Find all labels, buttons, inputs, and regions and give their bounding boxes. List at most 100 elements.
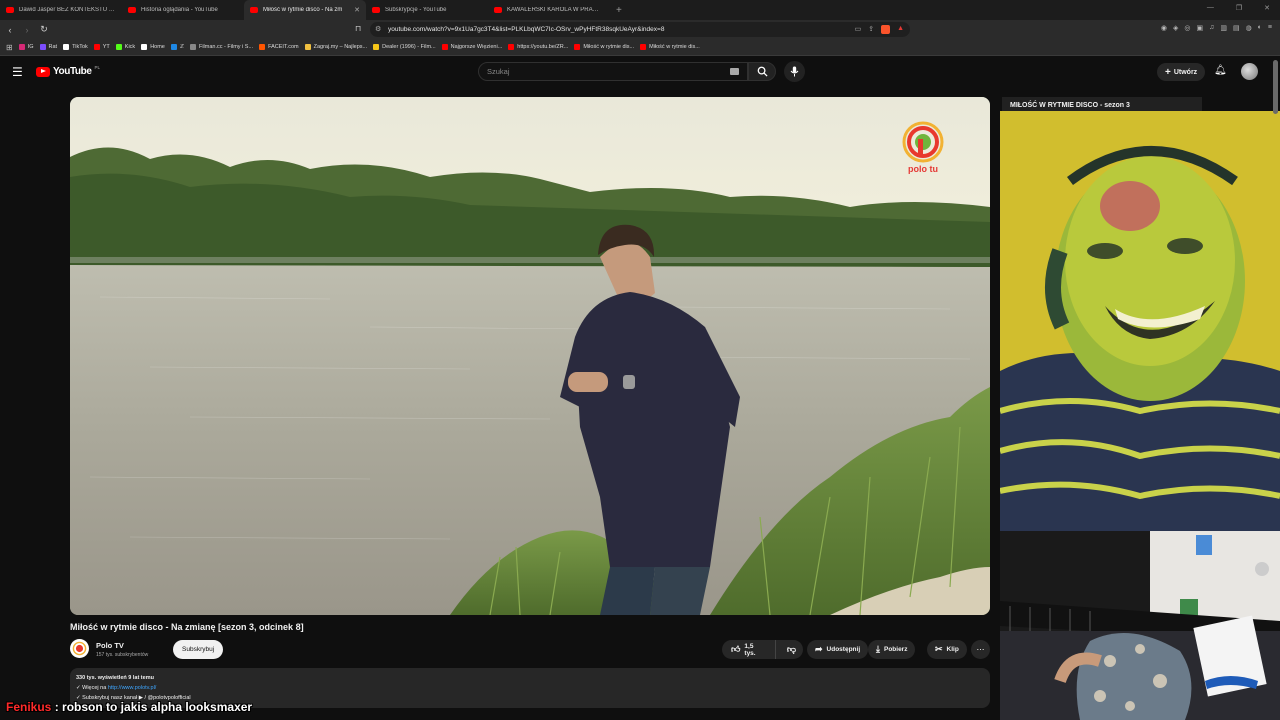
tab-close-icon[interactable]: ✕ — [354, 6, 360, 14]
browser-tab-active[interactable]: Miłość w rytmie disco - Na zm ✕ — [244, 0, 366, 20]
like-button[interactable]: 👍︎ 1,5 tys. — [722, 640, 776, 659]
account-avatar[interactable] — [1241, 63, 1258, 80]
window-controls: — ❐ ✕ — [1207, 4, 1270, 12]
page-scrollbar[interactable] — [1273, 60, 1278, 114]
voice-search-button[interactable] — [784, 61, 805, 82]
bookmark-favicon-icon — [574, 44, 581, 50]
cast-icon[interactable]: ▭ — [855, 25, 862, 34]
maximize-icon[interactable]: ❐ — [1236, 4, 1242, 12]
site-settings-icon[interactable]: ⚙ — [375, 25, 381, 33]
scissors-icon: ✂ — [935, 644, 943, 654]
address-bar[interactable]: ⚙ youtube.com/watch?v=9x1Ua7gc3T4&list=P… — [370, 22, 910, 37]
bookmark-item[interactable]: Miłość w rytmie dis... — [574, 44, 634, 50]
bookmark-label: Miłość w rytmie dis... — [583, 44, 635, 50]
channel-name[interactable]: Polo TV — [96, 641, 124, 650]
close-window-icon[interactable]: ✕ — [1264, 4, 1270, 12]
bookmark-icon[interactable]: ⊓ — [355, 24, 361, 33]
stream-chat-message: Fenikus : robson to jakis alpha looksmax… — [6, 700, 252, 714]
back-icon[interactable]: ‹ — [3, 25, 17, 35]
bookmark-item[interactable]: ℤ — [170, 44, 184, 50]
description-more-line: ✓ Więcej na http://www.polotv.pl/ — [76, 685, 157, 691]
bookmark-label: FACEIT.com — [268, 44, 299, 50]
bookmark-favicon-icon — [304, 44, 311, 50]
share-label: Udostępnij — [826, 646, 861, 653]
share-button[interactable]: ➦ Udostępnij — [807, 640, 869, 659]
reload-icon[interactable]: ↻ — [37, 24, 51, 35]
profile-icon[interactable]: ◍ — [1246, 24, 1252, 32]
keyboard-icon[interactable] — [730, 68, 739, 75]
bookmark-label: Home — [150, 44, 165, 50]
bookmark-item[interactable]: Kick — [115, 44, 135, 50]
country-code: PL — [94, 65, 101, 70]
new-tab-button[interactable]: + — [616, 5, 622, 16]
vpn-icon[interactable]: ◐ — [1258, 24, 1262, 32]
search-input[interactable]: Szukaj — [478, 62, 748, 81]
menu-icon[interactable]: ≡ — [1268, 24, 1272, 32]
media-icon[interactable]: ♫ — [1209, 24, 1214, 32]
extension-icon[interactable]: ◈ — [1173, 24, 1178, 32]
more-actions-icon[interactable]: ⋯ — [971, 640, 990, 659]
forward-icon[interactable]: › — [20, 25, 34, 35]
bookmark-item[interactable]: YT — [93, 44, 110, 50]
bookmark-item[interactable]: Filman.cc - Filmy i S... — [189, 44, 253, 50]
clip-button[interactable]: ✂ Klip — [927, 640, 967, 659]
minimize-icon[interactable]: — — [1207, 4, 1214, 12]
create-button[interactable]: + Utwórz — [1157, 63, 1206, 81]
download-button[interactable]: ⤓ Pobierz — [868, 640, 916, 659]
youtube-logo[interactable]: YouTube PL — [36, 65, 101, 77]
video-title: Miłość w rytmie disco - Na zmianę [sezon… — [70, 622, 304, 632]
polo-tv-logo-icon — [902, 121, 944, 163]
wallet-icon[interactable]: ▤ — [1233, 24, 1240, 32]
bookmark-item[interactable]: https://youtu.be/ZR... — [508, 44, 568, 50]
youtube-play-icon — [36, 66, 50, 77]
bookmark-label: ℤ — [179, 44, 184, 50]
description-link[interactable]: http://www.polotv.pl/ — [108, 685, 157, 691]
tab-title: Historia oglądania - YouTube — [141, 7, 218, 13]
bookmark-item[interactable]: TikTok — [63, 44, 88, 50]
brave-shield-icon[interactable] — [881, 25, 891, 34]
bookmark-item[interactable]: Home — [141, 44, 165, 50]
playlist-panel-header[interactable]: MIŁOŚĆ W RYTMIE DISCO - sezon 3 — [1002, 97, 1202, 111]
url-text: youtube.com/watch?v=9x1Ua7gc3T4&list=PLK… — [388, 26, 665, 33]
screen: { "browser": { "tabs": [ {"title": "Dawi… — [0, 0, 1280, 720]
bookmark-item[interactable]: Rat — [39, 44, 57, 50]
bookmark-item[interactable]: Miłość w rytmie dis... — [640, 44, 700, 50]
guide-menu-icon[interactable]: ☰ — [12, 65, 23, 79]
bookmark-label: Dealer (1996) - Film... — [382, 44, 436, 50]
bookmark-favicon-icon — [189, 44, 196, 50]
subscribe-button[interactable]: Subskrybuj — [173, 640, 224, 659]
extension-icon[interactable]: ◎ — [1184, 24, 1190, 32]
bookmark-item[interactable]: Dealer (1996) - Film... — [373, 44, 436, 50]
extension-icon[interactable]: ▣ — [1196, 24, 1203, 32]
channel-avatar[interactable] — [70, 639, 89, 658]
bookmark-favicon-icon — [63, 44, 70, 50]
share-icon: ➦ — [815, 644, 823, 654]
bookmark-label: Najgorsze Więzieni... — [450, 44, 503, 50]
bookmark-favicon-icon — [18, 44, 25, 50]
bookmark-item[interactable]: FACEIT.com — [259, 44, 299, 50]
bookmark-favicon-icon — [640, 44, 647, 50]
bookmark-favicon-icon — [93, 44, 100, 50]
rewards-icon[interactable]: ▲ — [897, 25, 904, 34]
sidebar-icon[interactable]: ▥ — [1220, 24, 1227, 32]
apps-grid-icon[interactable]: ⊞ — [6, 43, 13, 52]
bookmark-item[interactable]: Najgorsze Więzieni... — [441, 44, 503, 50]
bookmark-favicon-icon — [115, 44, 122, 50]
watermark-text: polo tu — [908, 164, 938, 174]
bookmark-item[interactable]: IG — [18, 44, 34, 50]
download-icon: ⤓ — [876, 644, 880, 654]
share-page-icon[interactable]: ⇪ — [868, 25, 874, 34]
thumbs-down-icon: 👎︎ — [786, 644, 796, 654]
extension-icon[interactable]: ◉ — [1161, 24, 1167, 32]
bookmark-item[interactable]: Zagraj.my – Najleps... — [304, 44, 367, 50]
video-player[interactable]: polo tu — [70, 97, 990, 615]
browser-tab[interactable]: KAWALERSKI KAROLA W PRAWDZIW — [488, 0, 610, 20]
search-button[interactable] — [748, 62, 776, 81]
like-dislike-group: 👍︎ 1,5 tys. 👎︎ — [722, 640, 803, 659]
browser-tab[interactable]: Subskrypcje - YouTube — [366, 0, 488, 20]
dislike-button[interactable]: 👎︎ — [780, 640, 803, 659]
notifications-bell-icon[interactable]: 🔔︎ — [1214, 65, 1227, 76]
youtube-wordmark: YouTube — [53, 66, 92, 77]
browser-tab[interactable]: Historia oglądania - YouTube — [122, 0, 244, 20]
browser-tab[interactable]: Dawid Jasper BEZ KONTEKSTU #26 - — [0, 0, 122, 20]
